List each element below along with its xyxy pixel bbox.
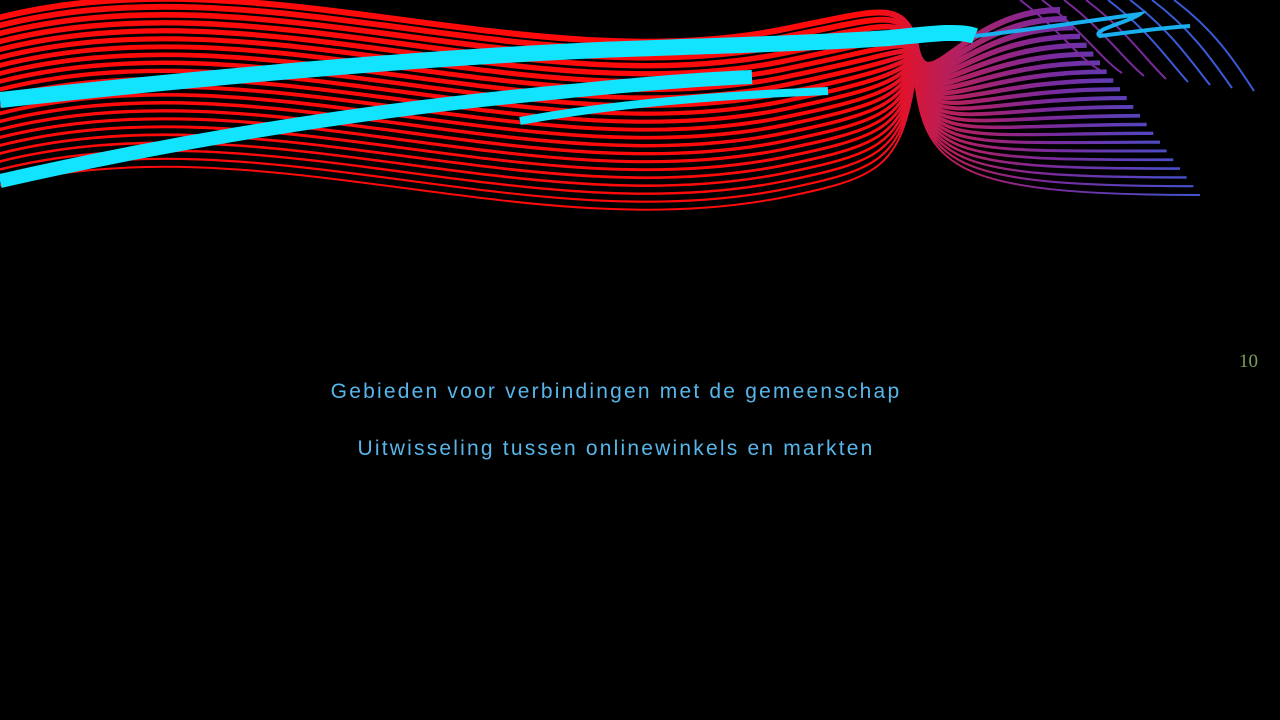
wave-line [0, 36, 1094, 87]
wave-strand [1041, 0, 1123, 74]
wave-lines-decoration [0, 0, 1255, 211]
wave-strand [1085, 0, 1167, 80]
wave-line [0, 68, 1161, 164]
wave-line [0, 0, 1061, 68]
slide-number: 10 [1239, 351, 1258, 372]
content-line-1: Gebieden voor verbindingen met de gemeen… [330, 380, 902, 403]
wave-strand [1063, 0, 1145, 77]
wave-line [0, 52, 1121, 116]
wave-line [0, 56, 1141, 140]
wave-line [0, 28, 1087, 83]
wave-line [0, 51, 1114, 108]
wave-line [0, 79, 1201, 211]
wave-strand [1173, 0, 1255, 92]
slide: 10 Gebieden voor verbindingen met de gem… [0, 0, 1280, 720]
wave-line [0, 75, 1187, 195]
wave-line [0, 77, 1194, 203]
wave-line [0, 50, 1107, 101]
wave-strand [1151, 0, 1233, 89]
wave-line [0, 66, 1154, 156]
wave-line [0, 72, 1174, 180]
wave-strand [1107, 0, 1189, 83]
wave-strand [1019, 0, 1101, 71]
wave-line [0, 64, 1147, 148]
wave-line [0, 53, 1127, 124]
cyan-accent-lines [0, 11, 1191, 188]
content-line-2: Uitwisseling tussen onlinewinkels en mar… [357, 437, 875, 460]
wave-line [0, 20, 1081, 79]
wave-line [0, 74, 1181, 188]
wave-line [0, 44, 1101, 93]
wave-line [0, 54, 1134, 132]
wave-strand [1129, 0, 1211, 86]
wave-line [0, 70, 1167, 172]
wave-line [0, 12, 1074, 75]
wave-line [0, 3, 1067, 72]
red-wave-lines [0, 0, 1255, 211]
